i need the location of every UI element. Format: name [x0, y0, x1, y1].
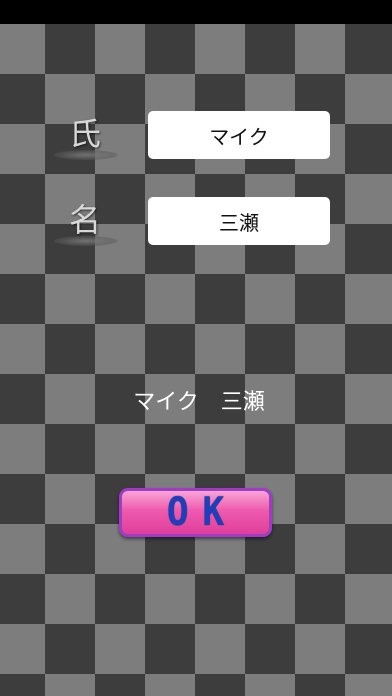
family-name-field[interactable] [148, 111, 330, 159]
app-screen: 氏 名 マイク 三瀬 OK [0, 0, 392, 696]
family-name-label-text: 氏 [68, 115, 101, 153]
full-name-display: マイク 三瀬 [133, 390, 265, 415]
ok-button[interactable]: OK [119, 488, 272, 537]
given-name-label-text: 名 [68, 201, 101, 239]
given-name-field[interactable] [148, 197, 330, 245]
status-bar [0, 0, 392, 24]
ok-button-label: OK [166, 489, 239, 535]
family-name-label: 氏 [50, 114, 120, 164]
given-name-label: 名 [50, 200, 120, 250]
